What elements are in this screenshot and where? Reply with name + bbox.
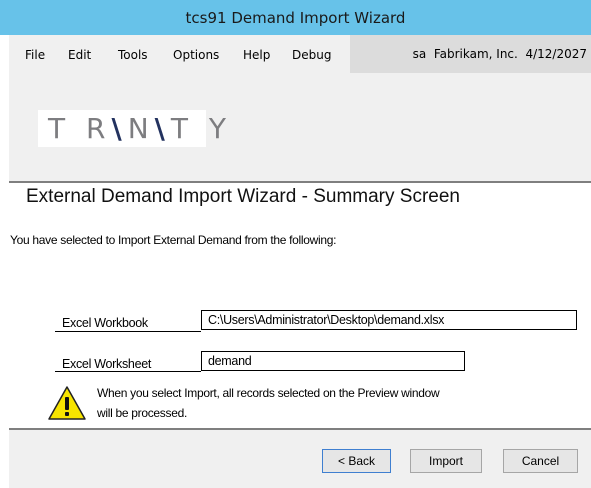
status-text: sa Fabrikam, Inc. 4/12/2027 [412, 47, 587, 61]
menu-options[interactable]: Options [173, 48, 219, 62]
user-company-date-status: sa Fabrikam, Inc. 4/12/2027 [350, 35, 591, 73]
page-title: External Demand Import Wizard - Summary … [26, 186, 460, 207]
header-area: T R\N\T Y [9, 73, 591, 181]
import-button[interactable]: Import [410, 449, 482, 473]
trinity-logo: T R\N\T Y [38, 110, 226, 147]
back-button[interactable]: < Back [322, 449, 391, 473]
menu-edit[interactable]: Edit [68, 48, 91, 62]
cancel-button-label: Cancel [521, 454, 560, 468]
back-button-label: < Back [337, 454, 376, 468]
warning-icon [47, 385, 87, 421]
warning-line-1: When you select Import, all records sele… [97, 386, 440, 400]
cancel-button[interactable]: Cancel [503, 449, 578, 473]
logo-wordmark: T R\N\T Y [48, 112, 232, 145]
workbook-label-underline [55, 331, 201, 332]
menu-help[interactable]: Help [243, 48, 270, 62]
warning-message: When you select Import, all records sele… [97, 383, 517, 423]
worksheet-label: Excel Worksheet [62, 357, 152, 371]
workbook-label: Excel Workbook [62, 316, 148, 330]
menu-file[interactable]: File [25, 48, 45, 62]
worksheet-name-field[interactable]: demand [201, 351, 465, 371]
worksheet-label-underline [55, 371, 201, 372]
import-button-label: Import [428, 454, 463, 468]
intro-text: You have selected to Import External Dem… [10, 233, 337, 247]
menu-debug[interactable]: Debug [292, 48, 331, 62]
window-title-bar: tcs91 Demand Import Wizard [0, 0, 591, 35]
warning-line-2: will be processed. [97, 406, 187, 420]
menu-tools[interactable]: Tools [118, 48, 148, 62]
workbook-path-field[interactable]: C:\Users\Administrator\Desktop\demand.xl… [201, 310, 577, 330]
menu-bar: File Edit Tools Options Help Debug sa Fa… [9, 35, 591, 73]
header-divider [9, 181, 591, 183]
window-title: tcs91 Demand Import Wizard [185, 8, 406, 27]
